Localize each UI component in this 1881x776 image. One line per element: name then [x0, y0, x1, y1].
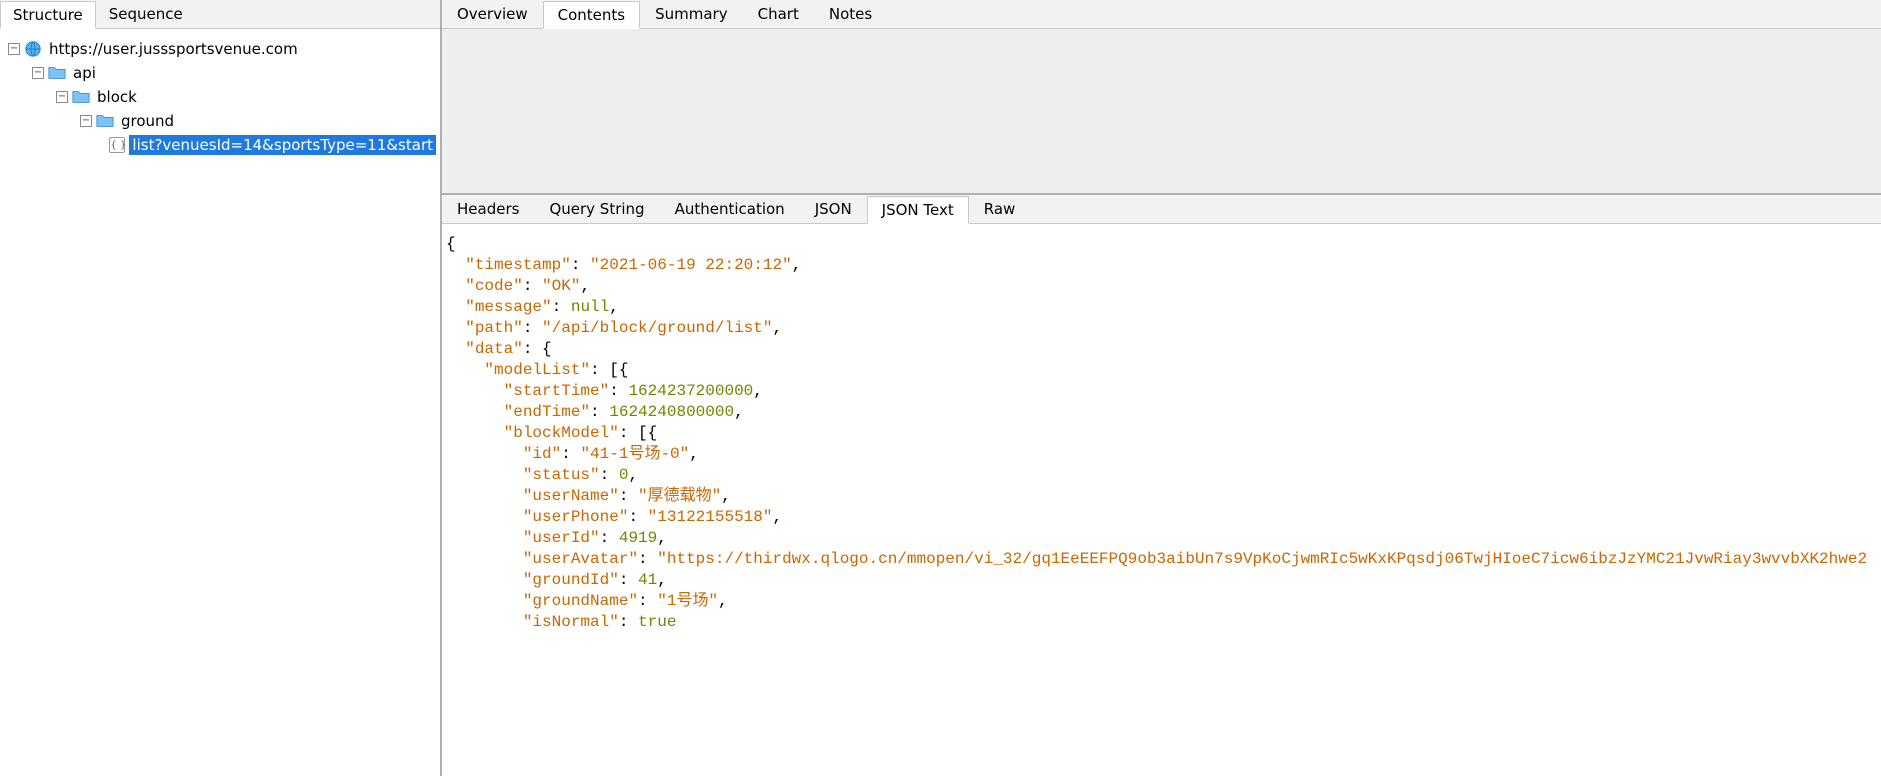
request-tree: − https://user.jusssportsvenue.com − api… [0, 29, 440, 776]
json-key: code [475, 277, 513, 295]
json-key: path [475, 319, 513, 337]
json-value: /api/block/ground/list [552, 319, 763, 337]
json-value: 4919 [619, 529, 657, 547]
json-key: startTime [513, 382, 599, 400]
tab-chart[interactable]: Chart [743, 0, 814, 28]
json-value: null [571, 298, 609, 316]
json-value: 1624237200000 [628, 382, 753, 400]
expander-icon[interactable]: − [80, 115, 92, 127]
expander-icon[interactable]: − [32, 67, 44, 79]
tree-label-block: block [94, 87, 140, 107]
json-key: userPhone [532, 508, 618, 526]
json-value: 2021-06-19 22:20:12 [600, 256, 782, 274]
tree-label-host: https://user.jusssportsvenue.com [46, 39, 301, 59]
json-key: groundName [532, 592, 628, 610]
json-value: 0 [619, 466, 629, 484]
json-value: 41 [638, 571, 657, 589]
json-key: timestamp [475, 256, 561, 274]
request-preview-pane [442, 29, 1881, 195]
json-value: 1624240800000 [609, 403, 734, 421]
json-key: groundId [532, 571, 609, 589]
tree-label-request: list?venuesId=14&sportsType=11&start [129, 135, 436, 155]
json-key: message [475, 298, 542, 316]
folder-icon [48, 64, 66, 82]
json-key: status [532, 466, 590, 484]
subtab-raw[interactable]: Raw [969, 195, 1031, 223]
json-value: 厚德载物 [648, 487, 712, 505]
json-key: isNormal [532, 613, 609, 631]
subtab-query-string[interactable]: Query String [534, 195, 659, 223]
tab-notes[interactable]: Notes [814, 0, 887, 28]
tab-structure[interactable]: Structure [0, 1, 96, 29]
json-key: blockModel [513, 424, 609, 442]
tree-node-ground[interactable]: − ground [4, 109, 436, 133]
globe-icon [24, 40, 42, 58]
tree-node-host[interactable]: − https://user.jusssportsvenue.com [4, 37, 436, 61]
json-value: 41-1号场-0 [590, 445, 680, 463]
tree-node-request[interactable]: { } list?venuesId=14&sportsType=11&start [4, 133, 436, 157]
subtab-json[interactable]: JSON [800, 195, 867, 223]
right-panel: Overview Contents Summary Chart Notes He… [442, 0, 1881, 776]
json-key: endTime [513, 403, 580, 421]
tree-label-api: api [70, 63, 99, 83]
expander-icon[interactable]: − [56, 91, 68, 103]
json-value: https://thirdwx.qlogo.cn/mmopen/vi_32/gq… [667, 550, 1867, 568]
json-key: userName [532, 487, 609, 505]
tree-node-api[interactable]: − api [4, 61, 436, 85]
folder-icon [96, 112, 114, 130]
json-value: true [638, 613, 676, 631]
json-value: OK [552, 277, 571, 295]
json-value: 13122155518 [657, 508, 763, 526]
tab-sequence[interactable]: Sequence [96, 0, 196, 28]
tab-summary[interactable]: Summary [640, 0, 743, 28]
left-tabbar: Structure Sequence [0, 0, 440, 29]
content-tabbar: Overview Contents Summary Chart Notes [442, 0, 1881, 29]
json-text-pane[interactable]: { "timestamp": "2021-06-19 22:20:12", "c… [442, 224, 1881, 776]
tab-contents[interactable]: Contents [543, 1, 640, 29]
left-panel: Structure Sequence − https://user.jusssp… [0, 0, 442, 776]
json-key: id [532, 445, 551, 463]
folder-icon [72, 88, 90, 106]
json-key: modelList [494, 361, 580, 379]
json-file-icon: { } [109, 137, 125, 153]
json-key: userAvatar [532, 550, 628, 568]
json-key: userId [532, 529, 590, 547]
subtab-headers[interactable]: Headers [442, 195, 534, 223]
subtab-json-text[interactable]: JSON Text [867, 196, 969, 224]
response-tabbar: Headers Query String Authentication JSON… [442, 195, 1881, 224]
subtab-authentication[interactable]: Authentication [660, 195, 800, 223]
json-value: 1号场 [667, 592, 709, 610]
json-key: data [475, 340, 513, 358]
tree-label-ground: ground [118, 111, 177, 131]
tree-node-block[interactable]: − block [4, 85, 436, 109]
expander-icon[interactable]: − [8, 43, 20, 55]
tab-overview[interactable]: Overview [442, 0, 543, 28]
